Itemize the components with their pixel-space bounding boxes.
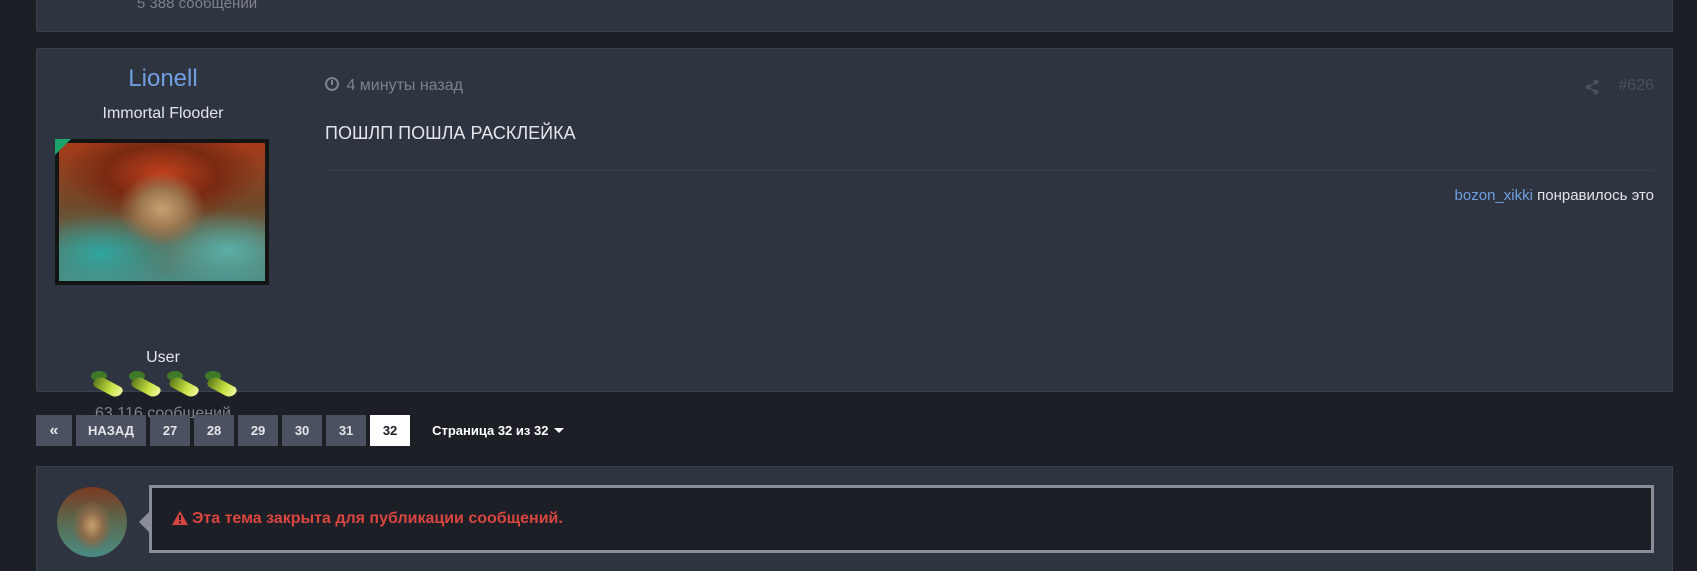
reputation-badge-icon: [165, 369, 201, 400]
warning-icon: [172, 511, 188, 525]
author-avatar[interactable]: [55, 139, 269, 285]
share-icon[interactable]: [1584, 79, 1600, 95]
post-body: 4 минуты назад #626 ПОШЛП ПОШЛА РАСКЛЕЙК…: [289, 49, 1672, 391]
previous-post: 5 388 сообщений: [36, 0, 1673, 32]
author-group: User: [146, 349, 180, 366]
double-chevron-left-icon: «: [49, 421, 59, 439]
author-badges: [89, 369, 239, 401]
locked-message-text: Эта тема закрыта для публикации сообщени…: [192, 510, 563, 527]
avatar-image: [59, 143, 265, 281]
page-link-30[interactable]: 30: [282, 415, 323, 446]
previous-author-message-count: 5 388 сообщений: [136, 0, 258, 12]
page-info-label: Страница 32 из 32: [432, 423, 549, 438]
post-content: ПОШЛП ПОШЛА РАСКЛЕЙКА: [325, 123, 576, 143]
reply-area: Эта тема закрыта для публикации сообщени…: [36, 466, 1673, 571]
current-user-avatar[interactable]: [57, 487, 127, 557]
clock-icon: [325, 77, 339, 91]
post: Lionell Immortal Flooder User 63 116 соо…: [36, 48, 1673, 422]
online-indicator-icon: [55, 139, 71, 155]
liked-by-user-link[interactable]: bozon_xikki: [1455, 187, 1533, 204]
post-time[interactable]: 4 минуты назад: [346, 77, 463, 94]
likes-suffix: понравилось это: [1532, 187, 1654, 204]
post-divider: [325, 170, 1654, 171]
post-number-link[interactable]: #626: [1618, 77, 1654, 95]
reputation-badge-icon: [127, 369, 163, 400]
author-name[interactable]: Lionell: [37, 65, 289, 93]
prev-page-button[interactable]: НАЗАД: [76, 415, 147, 446]
post-meta[interactable]: 4 минуты назад: [325, 77, 463, 95]
page-link-31[interactable]: 31: [326, 415, 367, 446]
topic-locked-notice: Эта тема закрыта для публикации сообщени…: [139, 485, 1654, 553]
author-rank-title: Immortal Flooder: [102, 105, 224, 122]
caret-down-icon: [554, 428, 565, 433]
page-link-28[interactable]: 28: [194, 415, 235, 446]
reputation-badge-icon: [203, 369, 239, 400]
post-author-panel: Lionell Immortal Flooder User 63 116 соо…: [37, 49, 289, 422]
page-jump-dropdown[interactable]: Страница 32 из 32: [432, 423, 565, 438]
locked-message: Эта тема закрыта для публикации сообщени…: [172, 510, 563, 528]
post-likes: bozon_xikki понравилось это: [1455, 187, 1654, 204]
page-link-29[interactable]: 29: [238, 415, 279, 446]
current-page-link[interactable]: 32: [370, 415, 411, 446]
first-page-button[interactable]: «: [36, 415, 72, 446]
page-link-27[interactable]: 27: [150, 415, 191, 446]
reputation-badge-icon: [89, 369, 125, 400]
pagination: « НАЗАД 27 28 29 30 31 32 Страница 32 из…: [36, 415, 565, 446]
